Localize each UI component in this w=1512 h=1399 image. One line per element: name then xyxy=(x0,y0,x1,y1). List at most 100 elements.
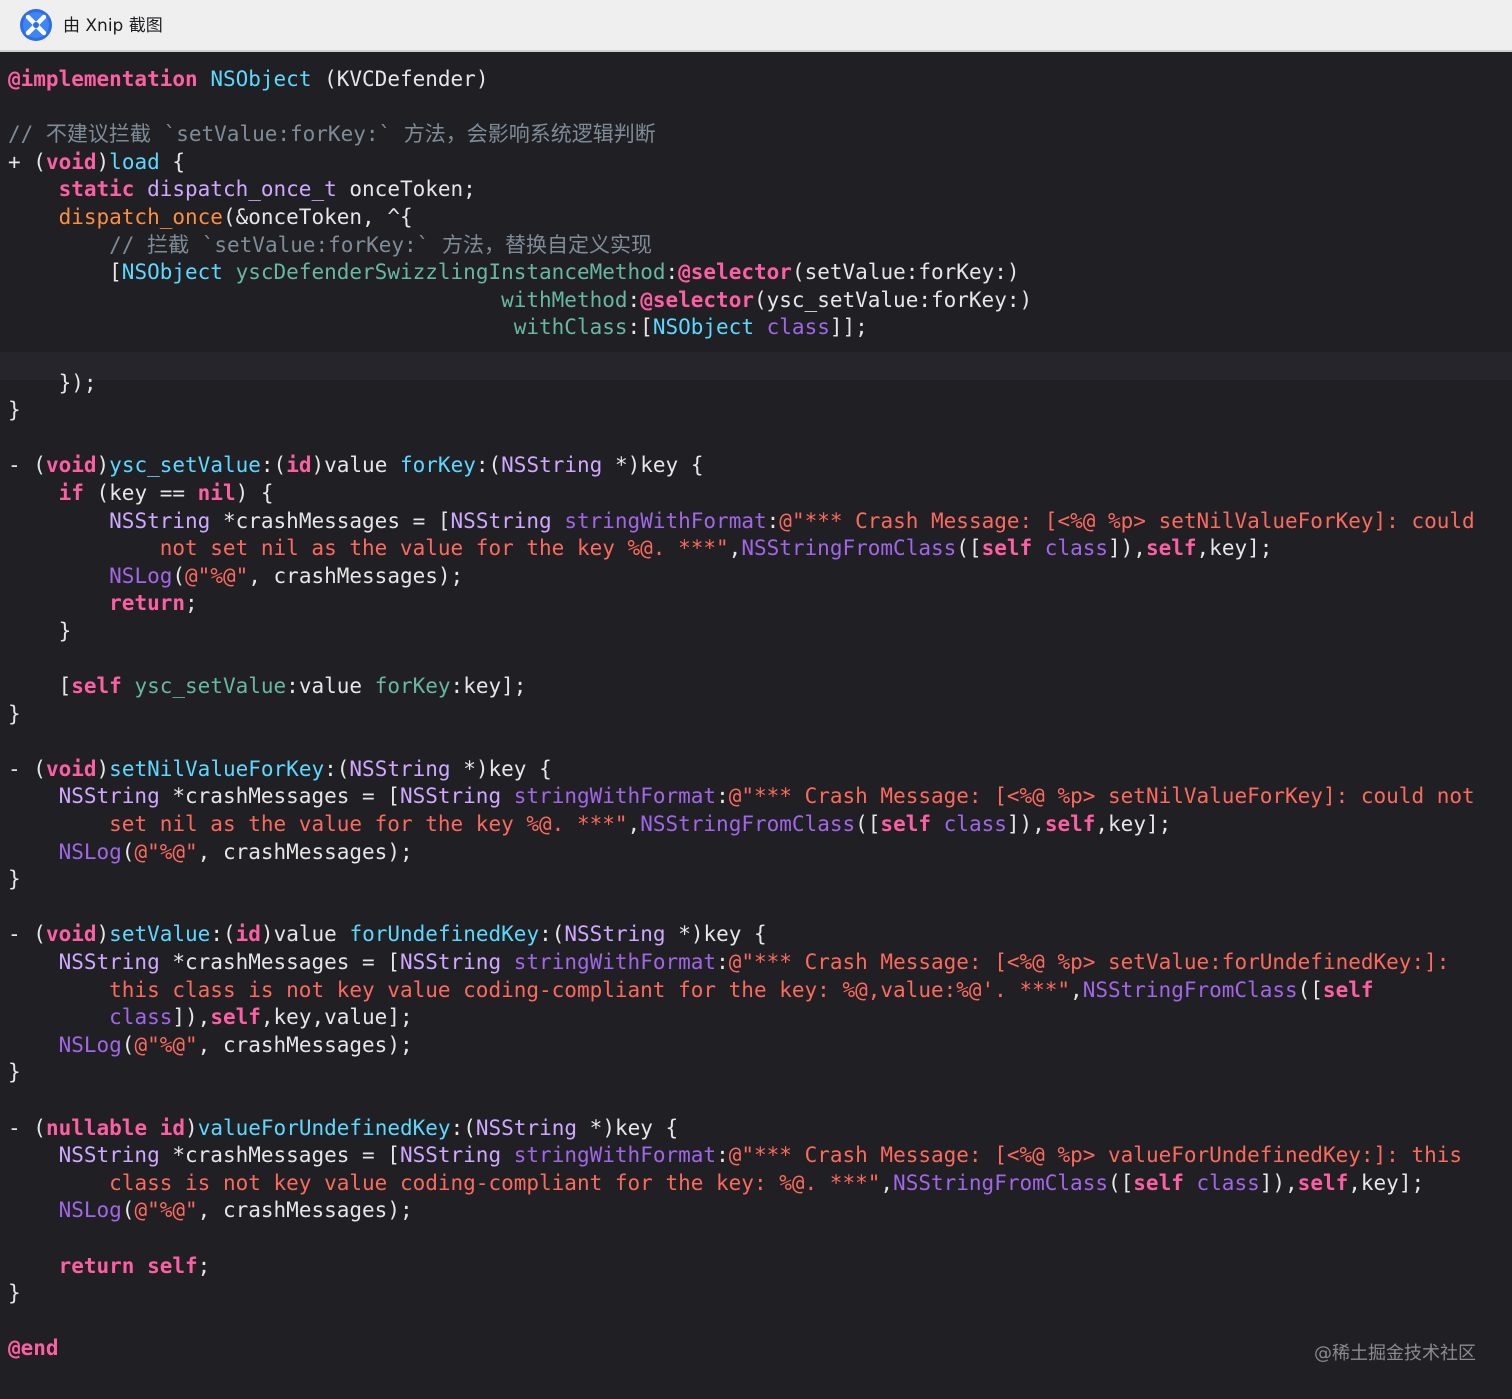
code-token: (setValue:forKey:) xyxy=(791,260,1020,285)
code-token: : xyxy=(716,1143,729,1168)
code-token: :[ xyxy=(627,315,653,340)
code-line[interactable]: return; xyxy=(8,590,1475,618)
code-token: onceToken; xyxy=(336,177,476,202)
code-token: void xyxy=(45,922,97,947)
code-line[interactable]: NSString *crashMessages = [NSString stri… xyxy=(8,949,1475,977)
code-line[interactable]: + (void)load { xyxy=(8,149,1475,177)
code-line[interactable]: - (void)ysc_setValue:(id)value forKey:(N… xyxy=(8,452,1475,480)
code-token: ) xyxy=(185,1115,198,1140)
code-token: *crashMessages = [ xyxy=(159,1143,400,1168)
code-listing[interactable]: @implementation NSObject (KVCDefender) /… xyxy=(8,66,1475,1363)
code-line[interactable]: } xyxy=(8,1059,1475,1087)
code-token: self xyxy=(1133,1170,1184,1195)
code-line[interactable]: this class is not key value coding-compl… xyxy=(8,977,1475,1005)
code-line[interactable]: - (void)setNilValueForKey:(NSString *)ke… xyxy=(8,756,1475,784)
code-token: , xyxy=(728,536,742,561)
code-token: , xyxy=(880,1170,894,1195)
code-token: self xyxy=(1322,977,1374,1002)
code-token: NSLog xyxy=(109,563,173,588)
code-token: stringWithFormat xyxy=(513,784,717,809)
code-token: id xyxy=(286,453,312,478)
code-token: this class is not key value coding-compl… xyxy=(109,977,1071,1002)
code-token: forKey xyxy=(374,674,451,699)
code-line[interactable]: NSLog(@"%@", crashMessages); xyxy=(8,839,1475,867)
code-line[interactable]: - (nullable id)valueForUndefinedKey:(NSS… xyxy=(8,1115,1475,1143)
code-token: ]), xyxy=(1006,812,1045,837)
code-line[interactable]: } xyxy=(8,866,1475,894)
code-line[interactable]: } xyxy=(8,618,1475,646)
code-line[interactable]: NSString *crashMessages = [NSString stri… xyxy=(8,1142,1475,1170)
code-token: : xyxy=(627,287,641,312)
code-line[interactable]: class is not key value coding-compliant … xyxy=(8,1170,1475,1198)
code-line[interactable]: not set nil as the value for the key %@.… xyxy=(8,535,1475,563)
code-line[interactable]: - (void)setValue:(id)value forUndefinedK… xyxy=(8,921,1475,949)
code-token: @selector xyxy=(640,287,754,312)
code-token: ; xyxy=(197,1253,211,1278)
code-token: self xyxy=(210,1005,261,1030)
code-line[interactable]: } xyxy=(8,1280,1475,1308)
code-line[interactable] xyxy=(8,894,1475,922)
code-line[interactable]: dispatch_once(&onceToken, ^{ xyxy=(8,204,1475,232)
code-token: ysc_setValue xyxy=(109,453,261,478)
code-line[interactable] xyxy=(8,1308,1475,1336)
code-line[interactable]: [self ysc_setValue:value forKey:key]; xyxy=(8,673,1475,701)
code-token: ( xyxy=(121,1032,135,1057)
code-line[interactable]: } xyxy=(8,397,1475,425)
code-token: ([ xyxy=(855,812,881,837)
code-line[interactable] xyxy=(8,342,1475,370)
xnip-app-icon xyxy=(20,9,52,41)
code-line[interactable]: withMethod:@selector(ysc_setValue:forKey… xyxy=(8,287,1475,315)
code-line[interactable] xyxy=(8,1087,1475,1115)
code-line[interactable]: NSLog(@"%@", crashMessages); xyxy=(8,1197,1475,1225)
code-token: NSObject xyxy=(652,315,754,340)
code-token: @implementation xyxy=(8,67,198,91)
code-line[interactable]: NSString *crashMessages = [NSString stri… xyxy=(8,783,1475,811)
code-token: *)key { xyxy=(450,756,552,781)
code-line[interactable]: NSLog(@"%@", crashMessages); xyxy=(8,1032,1475,1060)
code-token: NSString xyxy=(564,922,666,947)
code-token: class xyxy=(1044,536,1109,561)
code-line[interactable]: // 拦截 `setValue:forKey:` 方法，替换自定义实现 xyxy=(8,232,1475,260)
code-line[interactable]: set nil as the value for the key %@. ***… xyxy=(8,811,1475,839)
code-token: ( xyxy=(121,839,135,864)
code-line[interactable] xyxy=(8,425,1475,453)
code-line[interactable]: class]),self,key,value]; xyxy=(8,1004,1475,1032)
code-line[interactable]: if (key == nil) { xyxy=(8,480,1475,508)
code-editor[interactable]: @implementation NSObject (KVCDefender) /… xyxy=(0,54,1512,1399)
code-line[interactable] xyxy=(8,728,1475,756)
code-token: :( xyxy=(210,922,236,947)
code-token: [ xyxy=(8,674,72,699)
code-token: dispatch_once_t xyxy=(147,177,337,202)
code-token: class xyxy=(109,1005,173,1030)
code-line[interactable]: } xyxy=(8,701,1475,729)
code-line[interactable]: [NSObject yscDefenderSwizzlingInstanceMe… xyxy=(8,259,1475,287)
code-token: NSLog xyxy=(58,839,122,864)
window-titlebar: 由 Xnip 截图 xyxy=(0,0,1512,52)
code-token: self xyxy=(1044,812,1096,837)
code-line[interactable] xyxy=(8,94,1475,122)
code-line[interactable]: NSString *crashMessages = [NSString stri… xyxy=(8,508,1475,536)
code-token: static xyxy=(58,177,135,202)
code-token: stringWithFormat xyxy=(513,1143,717,1168)
code-line[interactable] xyxy=(8,645,1475,673)
code-line[interactable] xyxy=(8,1225,1475,1253)
code-line[interactable]: @end xyxy=(8,1335,1475,1363)
code-line[interactable]: @implementation NSObject (KVCDefender) xyxy=(8,66,1475,94)
code-line[interactable]: }); xyxy=(8,370,1475,398)
code-line[interactable]: NSLog(@"%@", crashMessages); xyxy=(8,563,1475,591)
code-line[interactable]: withClass:[NSObject class]]; xyxy=(8,314,1475,342)
code-token: (ysc_setValue:forKey:) xyxy=(753,287,1033,312)
code-line[interactable]: // 不建议拦截 `setValue:forKey:` 方法，会影响系统逻辑判断 xyxy=(8,121,1475,149)
code-line[interactable]: return self; xyxy=(8,1253,1475,1281)
code-line[interactable]: static dispatch_once_t onceToken; xyxy=(8,176,1475,204)
